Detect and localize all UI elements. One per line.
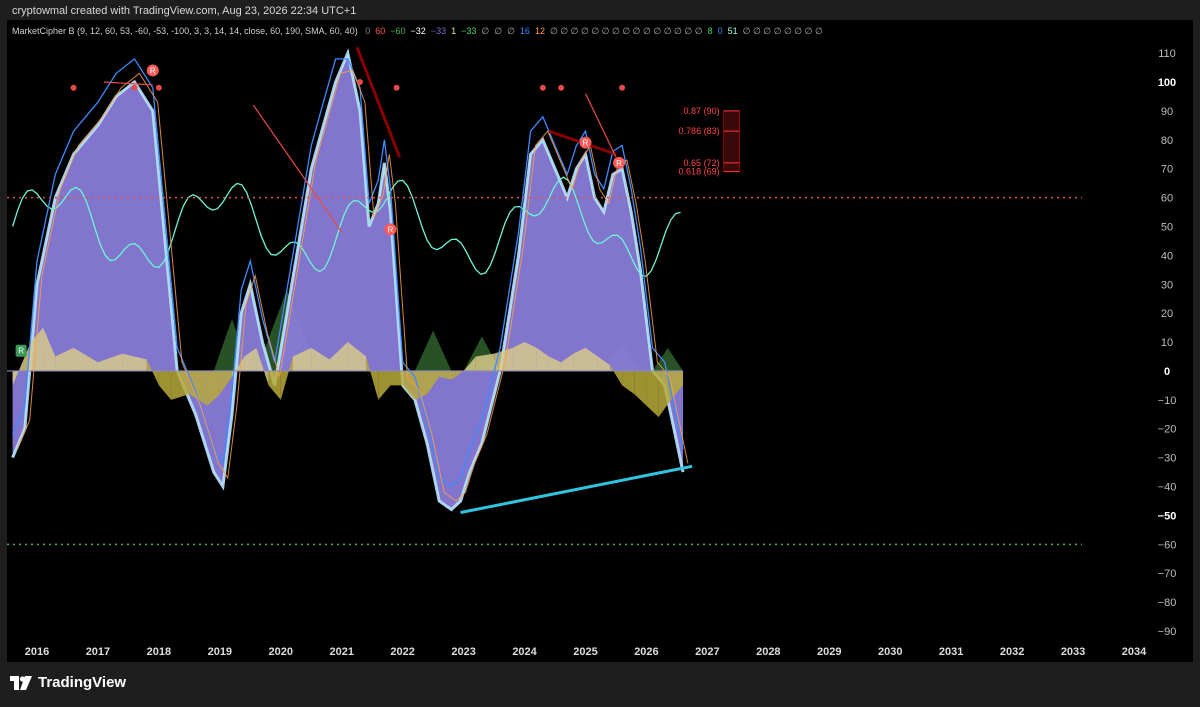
indicator-value: −60 (390, 26, 406, 36)
x-tick-label: 2024 (512, 646, 537, 658)
signal-dot (70, 84, 77, 91)
tradingview-logo[interactable]: TradingView (10, 674, 126, 691)
chart-frame: cryptowmal created with TradingView.com,… (0, 0, 1200, 707)
chart-attribution: cryptowmal created with TradingView.com,… (12, 5, 357, 17)
y-tick-label: 40 (1161, 250, 1173, 262)
x-tick-label: 2021 (329, 646, 353, 658)
x-tick-label: 2034 (1122, 646, 1147, 658)
signal-dot (619, 84, 626, 91)
x-tick-label: 2020 (269, 646, 293, 658)
signal-dot (357, 79, 364, 85)
x-tick-label: 2019 (208, 646, 232, 658)
indicator-value: 12 (534, 26, 545, 36)
chart-area[interactable]: R R R R R 0.87 (90) 0.786 (83) 0.65 (72) 0.618 (… (7, 20, 1193, 662)
sell-marker-label: R (150, 66, 156, 75)
indicator-value: −32 (410, 26, 426, 36)
money-flow-segment (390, 370, 403, 386)
y-tick-label: −40 (1158, 482, 1177, 494)
y-tick-label: 80 (1161, 135, 1173, 147)
y-tick-label: 20 (1161, 308, 1173, 320)
x-tick-label: 2031 (939, 646, 963, 658)
signal-dot (155, 84, 162, 91)
y-tick-label: 0 (1164, 366, 1170, 378)
y-tick-label: −50 (1158, 510, 1177, 522)
indicator-value: 60 (375, 26, 386, 36)
x-tick-label: 2030 (878, 646, 902, 658)
y-tick-label: 110 (1158, 48, 1176, 60)
indicator-legend[interactable]: MarketCipher B (9, 12, 60, 53, -60, -53,… (12, 26, 833, 37)
x-tick-label: 2018 (147, 646, 171, 658)
sell-marker-label: R (388, 225, 394, 234)
x-tick-label: 2023 (451, 646, 475, 658)
buy-marker-label: R (18, 347, 24, 356)
x-tick-label: 2033 (1061, 646, 1085, 658)
y-tick-label: −60 (1158, 539, 1177, 551)
chart-svg[interactable]: RRRRR0.87 (90)0.786 (83)0.65 (72)0.618 (… (7, 20, 1193, 662)
x-tick-label: 2025 (573, 646, 597, 658)
x-tick-label: 2028 (756, 646, 780, 658)
y-tick-label: 50 (1161, 221, 1173, 233)
x-tick-label: 2029 (817, 646, 841, 658)
indicator-value: −33 (461, 26, 477, 36)
fibonacci-label: 0.87 (90) (684, 106, 720, 116)
tradingview-logo-text: TradingView (38, 674, 127, 691)
signal-dot (558, 84, 565, 91)
y-tick-label: −70 (1158, 568, 1177, 580)
fibonacci-label: 0.618 (69) (679, 167, 720, 177)
footer: TradingView (0, 662, 1200, 707)
sell-marker-label: R (583, 139, 589, 148)
indicator-value: ∅ (494, 26, 503, 36)
indicator-value: ∅ ∅ ∅ ∅ ∅ ∅ ∅ ∅ ∅ ∅ ∅ ∅ ∅ ∅ ∅ (549, 26, 703, 36)
y-tick-label: 100 (1158, 77, 1176, 89)
sell-marker-label: R (616, 159, 622, 168)
y-tick-label: −10 (1158, 395, 1177, 407)
x-tick-label: 2017 (86, 646, 110, 658)
indicator-name: MarketCipher B (9, 12, 60, 53, -60, -53,… (12, 26, 358, 36)
y-tick-label: −80 (1158, 597, 1177, 609)
x-tick-label: 2022 (390, 646, 414, 658)
indicator-value: ∅ ∅ ∅ ∅ ∅ ∅ ∅ ∅ (742, 26, 823, 36)
y-tick-label: −20 (1158, 424, 1177, 436)
y-tick-label: 60 (1161, 193, 1173, 205)
indicator-value: 51 (727, 26, 738, 36)
y-tick-label: 10 (1161, 337, 1173, 349)
signal-dot (539, 84, 546, 91)
indicator-value: 1 (451, 26, 457, 36)
y-tick-label: 70 (1161, 164, 1173, 176)
indicator-values: 0 60 −60 −32 −33 1 −33 ∅ ∅ ∅ 16 12 ∅ ∅ ∅ ∅ ∅ ∅ ∅ ∅ ∅… (365, 26, 828, 36)
money-flow-segment (475, 353, 495, 371)
signal-dot (393, 84, 400, 91)
indicator-value: 0 (717, 26, 723, 36)
y-tick-label: 90 (1161, 106, 1173, 118)
indicator-value: ∅ (507, 26, 515, 36)
x-tick-label: 2032 (1000, 646, 1024, 658)
indicator-value: −33 (430, 26, 447, 36)
indicator-value: 0 (365, 26, 371, 36)
y-tick-label: −90 (1158, 626, 1177, 638)
tradingview-logo-icon (10, 675, 32, 690)
y-tick-label: 30 (1161, 279, 1173, 291)
y-tick-label: −30 (1158, 453, 1177, 465)
indicator-value: 16 (519, 26, 530, 36)
indicator-value: 8 (707, 26, 713, 36)
x-tick-label: 2016 (25, 646, 49, 658)
indicator-value: ∅ (481, 26, 490, 36)
signal-dot (131, 84, 138, 91)
x-tick-label: 2027 (695, 646, 719, 658)
fibonacci-label: 0.786 (83) (679, 126, 720, 136)
x-tick-label: 2026 (634, 646, 658, 658)
